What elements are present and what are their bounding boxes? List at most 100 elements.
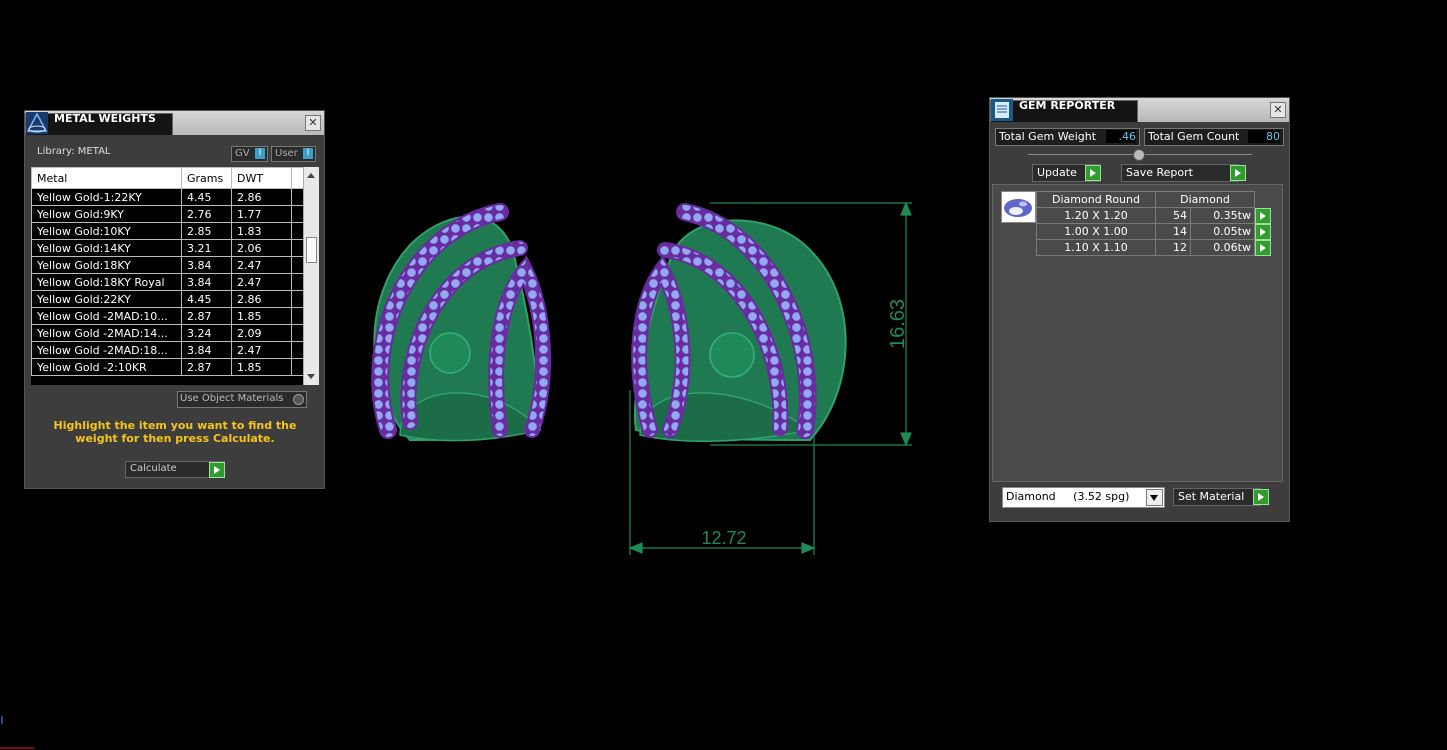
total-gem-weight: Total Gem Weight .46 [995,128,1140,146]
user-toggle[interactable]: User I [271,146,316,162]
gem-row[interactable]: 1.00 X 1.00 14 0.05tw [1036,223,1272,240]
scroll-down-icon[interactable] [307,374,315,379]
close-icon: ✕ [308,116,318,129]
table-row[interactable]: Yellow Gold:18KY Royal 3.84 2.47 [31,273,304,291]
table-row[interactable]: Yellow Gold:14KY 3.21 2.06 [31,239,304,257]
dimension-width-label: 12.72 [701,528,746,548]
table-row[interactable]: Yellow Gold -2MAD:18... 3.84 2.47 [31,341,304,359]
cell-dwt: 2.47 [231,341,292,359]
cell-grams: 3.84 [181,256,232,274]
cell-metal: Yellow Gold:10KY [31,222,182,240]
cell-grams: 4.45 [181,188,232,206]
gem-cell-count: 54 [1155,207,1191,224]
gem-report-area: Diamond Round Diamond 1.20 X 1.20 54 0.35t… [992,184,1283,482]
metal-weights-titlebar[interactable]: METAL WEIGHTS ✕ [25,111,324,135]
cell-grams: 2.76 [181,205,232,223]
gem-row-go-icon[interactable] [1255,223,1271,240]
cell-metal: Yellow Gold -2:10KR [31,358,182,376]
gem-cell-count: 14 [1155,223,1191,240]
calculate-hint: Highlight the item you want to find the … [53,419,297,445]
library-label: Library: METAL [37,146,111,157]
cell-dwt: 1.83 [231,222,292,240]
gem-row-go-icon[interactable] [1255,239,1271,256]
gem-cell-size: 1.20 X 1.20 [1036,207,1156,224]
cell-grams: 2.87 [181,307,232,325]
gem-reporter-title: GEM REPORTER [1019,99,1116,112]
metal-table: Metal Grams DWT Yellow Gold-1:22KY 4.45 2.… [31,167,319,385]
cell-dwt: 1.85 [231,358,292,376]
cell-metal: Yellow Gold-1:22KY [31,188,182,206]
table-row[interactable]: Yellow Gold -2MAD:14... 3.24 2.09 [31,324,304,342]
metal-weights-panel: METAL WEIGHTS ✕ Library: METAL GV I User… [24,110,325,489]
use-object-materials-button[interactable]: Use Object Materials [177,391,307,408]
update-go-icon[interactable] [1085,165,1101,181]
gem-row[interactable]: 1.20 X 1.20 54 0.35tw [1036,207,1272,224]
cell-grams: 3.21 [181,239,232,257]
column-header-grams[interactable]: Grams [181,167,232,189]
set-material-go-icon[interactable] [1253,489,1269,505]
scroll-up-icon[interactable] [307,173,315,178]
table-row[interactable]: Yellow Gold:10KY 2.85 1.83 [31,222,304,240]
gem-cell-weight: 0.05tw [1190,223,1255,240]
cell-dwt: 1.85 [231,307,292,325]
chevron-down-icon[interactable] [1146,489,1163,506]
cell-dwt: 2.47 [231,273,292,291]
metal-weights-logo-icon [26,112,48,134]
gem-reporter-panel: GEM REPORTER ✕ Total Gem Weight .46 Tota… [989,97,1290,522]
gem-cell-size: 1.00 X 1.00 [1036,223,1156,240]
table-row[interactable]: Yellow Gold -2MAD:10... 2.87 1.85 [31,307,304,325]
table-row[interactable]: Yellow Gold:18KY 3.84 2.47 [31,256,304,274]
shape-header: Diamond Round [1036,191,1156,208]
gem-row-go-icon[interactable] [1255,207,1271,224]
radio-icon [293,394,304,405]
gem-row[interactable]: 1.10 X 1.10 12 0.06tw [1036,239,1272,256]
gem-reporter-titlebar[interactable]: GEM REPORTER ✕ [990,98,1289,122]
save-report-go-icon[interactable] [1230,165,1246,181]
material-header: Diamond [1155,191,1255,208]
cell-grams: 3.24 [181,324,232,342]
cell-metal: Yellow Gold -2MAD:10... [31,307,182,325]
cell-metal: Yellow Gold:9KY [31,205,182,223]
gem-cell-weight: 0.06tw [1190,239,1255,256]
table-row[interactable]: Yellow Gold -2:10KR 2.87 1.85 [31,358,304,376]
scroll-thumb[interactable] [306,237,317,263]
metal-weights-title: METAL WEIGHTS [54,112,156,125]
metal-weights-close-button[interactable]: ✕ [305,115,321,131]
cell-dwt: 2.06 [231,239,292,257]
gem-cell-weight: 0.35tw [1190,207,1255,224]
cell-grams: 2.85 [181,222,232,240]
cell-dwt: 2.47 [231,256,292,274]
cell-dwt: 1.77 [231,205,292,223]
total-gem-weight-value: .46 [1106,130,1136,143]
calculate-go-icon[interactable] [209,462,225,478]
table-row[interactable]: Yellow Gold:22KY 4.45 2.86 [31,290,304,308]
table-row[interactable]: Yellow Gold-1:22KY 4.45 2.86 [31,188,304,206]
cell-grams: 4.45 [181,290,232,308]
axis-triad-icon [0,716,34,749]
gem-report-header: Diamond Round Diamond [1036,191,1272,208]
dimension-height-label: 16.63 [887,299,909,349]
metal-table-scrollbar[interactable] [303,167,319,385]
cell-dwt: 2.86 [231,290,292,308]
gv-toggle-indicator-icon: I [255,148,265,159]
cell-metal: Yellow Gold:22KY [31,290,182,308]
table-row[interactable]: Yellow Gold:9KY 2.76 1.77 [31,205,304,223]
diamond-round-thumbnail-icon [1001,191,1036,223]
save-report-button[interactable]: Save Report [1121,164,1239,182]
column-header-metal[interactable]: Metal [31,167,182,189]
material-select[interactable]: Diamond (3.52 spg) [1002,487,1165,508]
cell-dwt: 2.86 [231,188,292,206]
total-gem-count: Total Gem Count 80 [1144,128,1284,146]
gv-toggle[interactable]: GV I [231,146,268,162]
column-header-dwt[interactable]: DWT [231,167,292,189]
set-material-button[interactable]: Set Material [1173,488,1261,506]
gem-reporter-close-button[interactable]: ✕ [1270,102,1286,118]
viewport-3d[interactable]: 16.63 12.72 [340,190,960,570]
gem-cell-size: 1.10 X 1.10 [1036,239,1156,256]
splitter-handle-icon[interactable] [1133,149,1145,161]
gem-reporter-logo-icon [991,99,1013,121]
total-gem-count-value: 80 [1248,130,1280,143]
earring-right [631,203,847,442]
cell-metal: Yellow Gold -2MAD:14... [31,324,182,342]
cell-grams: 2.87 [181,358,232,376]
